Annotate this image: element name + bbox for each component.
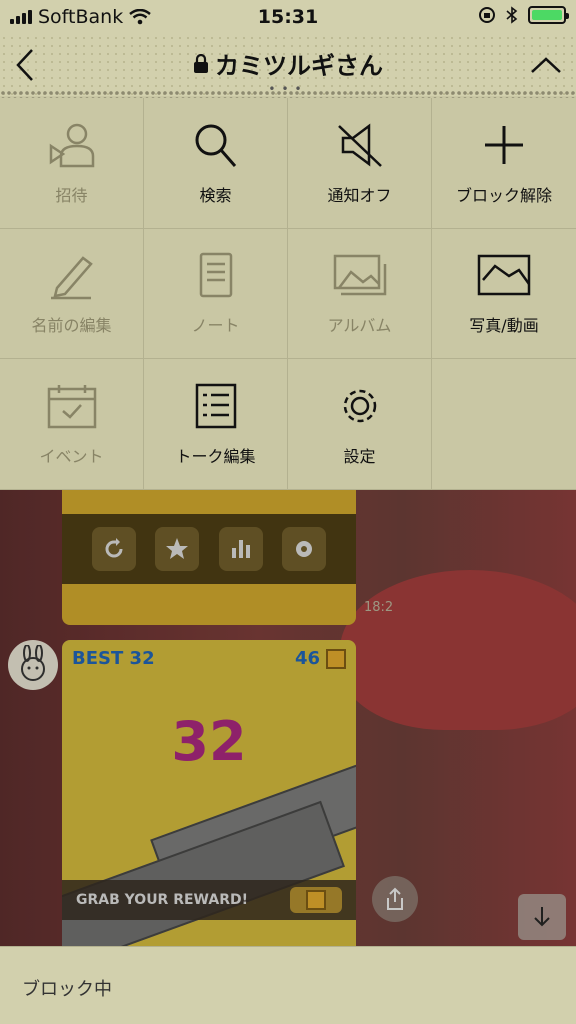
menu-item-settings[interactable]: 設定 [288,359,432,490]
menu-item-mute[interactable]: 通知オフ [288,98,432,229]
blocked-status: ブロック中 [22,979,112,1000]
bar-chart-icon [231,540,250,558]
menu-empty-cell [432,359,576,490]
bluetooth-icon [506,6,518,24]
battery-icon [528,6,569,24]
photo-icon [477,255,531,296]
pencil-icon [50,256,93,300]
replay-button[interactable] [91,527,136,571]
album-icon [333,255,386,296]
orientation-lock-icon [479,7,495,23]
background-photo-face [340,570,576,730]
coin-icon [326,648,346,669]
plus-icon [485,125,523,164]
chat-header: カミツルギさん ••• [0,34,576,96]
collapse-menu-button[interactable] [528,50,564,80]
reward-text: GRAB YOUR REWARD! [76,892,248,908]
search-icon [195,124,236,167]
mute-notification-icon [337,123,382,167]
chat-title: カミツルギさん [215,52,383,80]
status-bar: SoftBank 15:31 [0,0,576,34]
game-toolbar [62,514,356,584]
game-card-top [62,490,356,625]
chat-menu-grid: 招待 検索 通知オフ ブロック解除 名前の編集 ノート アルバム 写真/動画 イ… [0,98,576,490]
checklist-icon [195,383,236,429]
menu-item-unblock[interactable]: ブロック解除 [432,98,576,229]
menu-item-search[interactable]: 検索 [144,98,288,229]
note-icon [199,253,232,298]
reward-banner[interactable]: GRAB YOUR REWARD! [62,880,356,920]
blocked-footer: ブロック中 [0,946,576,1024]
share-icon [387,887,403,910]
best-score: BEST 32 [72,648,155,669]
menu-item-note[interactable]: ノート [144,228,288,360]
menu-item-event[interactable]: イベント [0,359,144,490]
game-settings-button[interactable] [282,527,327,571]
menu-item-album[interactable]: アルバム [288,228,432,360]
coin-icon [306,890,326,910]
reward-button[interactable] [290,887,342,913]
star-icon [166,538,189,559]
arrow-down-icon [534,907,550,927]
menu-item-invite[interactable]: 招待 [0,98,144,229]
chat-title-wrap: カミツルギさん [0,46,576,81]
rabbit-avatar-icon [21,645,45,681]
calendar-icon [47,385,96,429]
current-score: 32 [171,710,247,773]
favorite-button[interactable] [155,527,200,571]
lock-icon [194,53,208,73]
replay-icon [105,538,123,558]
message-timestamp: 18:2 [364,600,394,615]
gear-icon [296,541,313,557]
status-right [478,6,569,24]
menu-item-photos[interactable]: 写真/動画 [432,229,576,360]
menu-item-edit-name[interactable]: 名前の編集 [0,228,144,360]
menu-item-edit-chat[interactable]: トーク編集 [144,359,288,490]
share-button[interactable] [372,876,418,922]
coin-count: 46 [295,648,346,669]
header-divider [0,90,576,98]
leaderboard-button[interactable] [218,527,263,571]
scroll-to-bottom-button[interactable] [518,894,566,940]
gear-icon [343,389,376,423]
chat-area[interactable]: 18:2 BEST 32 46 32 GRAB YOUR REWARD! [0,490,576,946]
invite-user-icon [49,123,94,168]
sender-avatar[interactable] [8,640,58,690]
